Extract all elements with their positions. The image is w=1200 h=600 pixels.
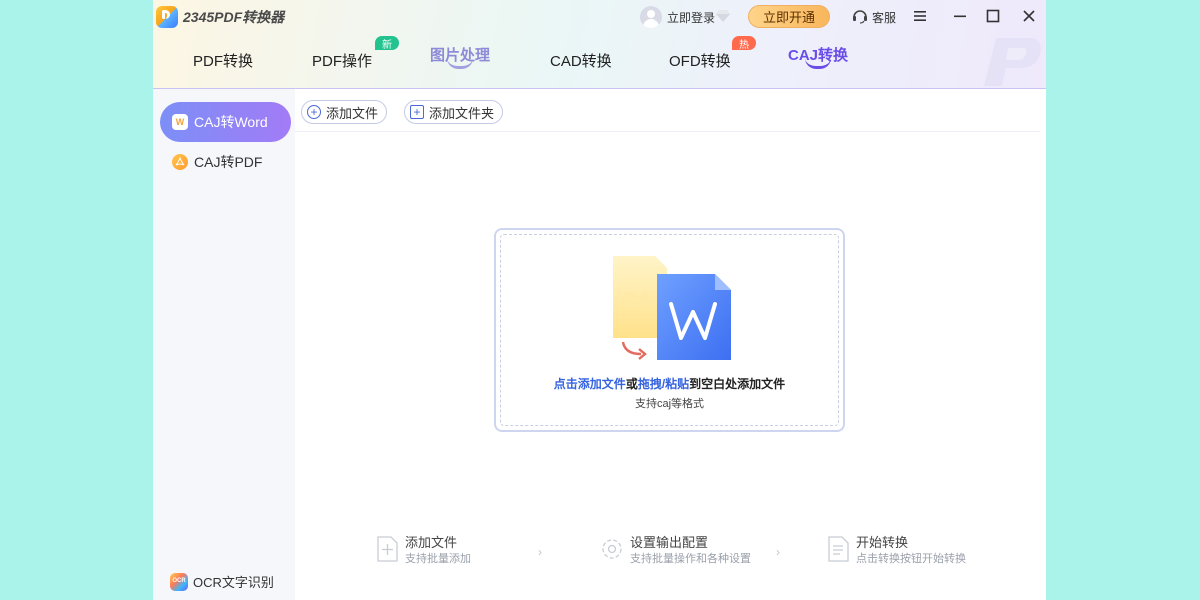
chevron-right-icon: › xyxy=(776,545,780,559)
step-output-config: 设置输出配置 支持批量操作和各种设置 xyxy=(600,535,751,567)
add-folder-button[interactable]: + 添加文件夹 xyxy=(404,100,504,124)
minimize-icon[interactable] xyxy=(951,7,969,25)
tab-underline xyxy=(447,58,473,69)
drop-zone[interactable]: CA 点击添加文件或拖拽/粘贴到空白处添加文件 支持caj等格式 xyxy=(494,228,845,432)
drop-hint-or: 或 xyxy=(625,377,638,391)
sidebar-item-caj-to-word[interactable]: W CAJ转Word xyxy=(160,102,291,142)
step-title: 添加文件 xyxy=(405,535,458,550)
ocr-icon xyxy=(170,572,188,591)
drop-hint: 点击添加文件或拖拽/粘贴到空白处添加文件 xyxy=(496,375,843,392)
pdf-icon xyxy=(172,154,188,170)
sidebar-item-label: CAJ转Word xyxy=(194,114,268,130)
caj-to-word-illustration: CA xyxy=(613,256,731,360)
tab-ofd-convert[interactable]: OFD转换 xyxy=(669,50,731,71)
drop-hint-rest: 到空白处添加文件 xyxy=(689,377,786,391)
new-badge: 新 xyxy=(375,36,399,51)
step-title: 设置输出配置 xyxy=(630,535,709,550)
maximize-icon[interactable] xyxy=(984,7,1002,25)
tab-cad-convert[interactable]: CAD转换 xyxy=(550,50,612,71)
login-link[interactable]: 立即登录 xyxy=(667,9,715,26)
step-start-convert: 开始转换 点击转换按钮开始转换 xyxy=(826,535,966,567)
logo-icon xyxy=(156,6,178,28)
document-list-icon xyxy=(828,536,849,562)
menu-icon[interactable] xyxy=(911,7,929,25)
tab-pdf-convert[interactable]: PDF转换 xyxy=(193,50,253,71)
sidebar-item-caj-to-pdf[interactable]: CAJ转PDF xyxy=(160,142,291,182)
click-add-link[interactable]: 点击添加文件 xyxy=(554,377,626,391)
vip-open-button[interactable]: 立即开通 xyxy=(748,5,830,28)
headset-icon[interactable] xyxy=(851,7,869,25)
gear-icon xyxy=(602,539,622,559)
sidebar-item-label: CAJ转PDF xyxy=(194,154,263,170)
add-folder-label: 添加文件夹 xyxy=(429,105,495,121)
service-link[interactable]: 客服 xyxy=(872,9,896,26)
app-window: 2345PDF转换器 立即登录 立即开通 客服 PDF转换 PDF操作 新 图片… xyxy=(153,0,1046,600)
tab-active-underline xyxy=(805,58,831,69)
app-title: 2345PDF转换器 xyxy=(183,9,285,25)
diamond-icon xyxy=(716,10,730,22)
chevron-right-icon: › xyxy=(538,545,542,559)
illustration-caj-text: CA xyxy=(621,288,653,313)
supported-formats: 支持caj等格式 xyxy=(634,398,705,410)
plus-square-icon: + xyxy=(410,105,424,119)
header: 2345PDF转换器 立即登录 立即开通 客服 PDF转换 PDF操作 新 图片… xyxy=(153,0,1046,89)
step-desc: 点击转换按钮开始转换 xyxy=(856,553,966,565)
toolbar: + 添加文件 + 添加文件夹 xyxy=(295,89,1040,132)
plus-circle-icon: + xyxy=(307,105,321,119)
drag-paste-link[interactable]: 拖拽/粘贴 xyxy=(638,377,689,391)
main-area: + 添加文件 + 添加文件夹 CA 点击添加文件或拖拽/粘贴到空白处添加文件 支… xyxy=(295,89,1046,600)
main-tabs: PDF转换 PDF操作 新 图片处理 CAD转换 OFD转换 热 CAJ转换 xyxy=(153,34,1046,88)
close-icon[interactable] xyxy=(1020,7,1038,25)
avatar[interactable] xyxy=(640,6,662,28)
step-add-file: 添加文件 支持批量添加 xyxy=(375,535,471,567)
add-file-button[interactable]: + 添加文件 xyxy=(301,100,388,124)
ocr-label: OCR文字识别 xyxy=(193,575,274,590)
step-desc: 支持批量添加 xyxy=(405,553,471,565)
app-logo: 2345PDF转换器 xyxy=(156,5,284,29)
word-icon: W xyxy=(172,114,188,130)
sidebar: W CAJ转Word CAJ转PDF xyxy=(153,89,295,600)
hot-badge: 热 xyxy=(732,36,756,51)
file-plus-icon xyxy=(377,536,398,562)
step-title: 开始转换 xyxy=(856,535,909,550)
ocr-entry[interactable]: OCR文字识别 xyxy=(170,572,274,591)
add-file-label: 添加文件 xyxy=(326,105,379,121)
tab-pdf-operate[interactable]: PDF操作 xyxy=(312,50,372,71)
steps-guide: 添加文件 支持批量添加 › 设置输出配置 支持批量操作和各种设置 › 开始转换 … xyxy=(295,535,1046,575)
step-desc: 支持批量操作和各种设置 xyxy=(630,553,751,565)
